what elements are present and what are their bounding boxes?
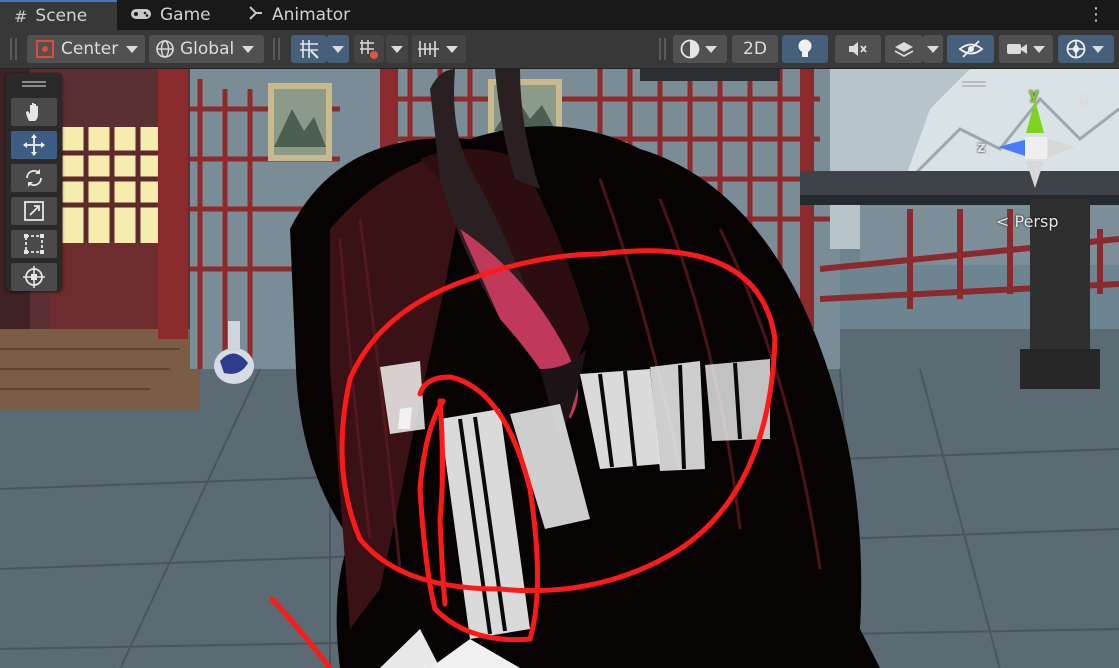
- hash-icon: #: [14, 6, 28, 26]
- space-mode-dropdown[interactable]: Global: [149, 35, 264, 63]
- camera-settings-dropdown[interactable]: [999, 35, 1053, 63]
- pivot-mode-dropdown[interactable]: Center: [27, 35, 145, 63]
- unity-scene-window: # Scene Game Animator ⋮ Center Global 2D…: [0, 0, 1119, 668]
- gamepad-icon: [130, 6, 152, 25]
- mode-2d-toggle[interactable]: 2D: [732, 35, 778, 63]
- chevron-down-icon: [242, 45, 255, 53]
- lightbulb-icon: [796, 38, 814, 60]
- draw-mode-dropdown[interactable]: [673, 35, 727, 63]
- toolbar-grip: [659, 38, 661, 60]
- more-options-icon[interactable]: ⋮: [1087, 4, 1105, 25]
- tab-game-label: Game: [160, 5, 211, 25]
- toolbar-grip: [278, 38, 280, 60]
- scale-tool-button[interactable]: [11, 197, 57, 225]
- transform-tool-button[interactable]: [11, 263, 57, 291]
- grid-snap-dropdown[interactable]: [327, 35, 349, 63]
- tab-animator[interactable]: Animator: [248, 0, 368, 30]
- grid-snap-toggle[interactable]: [291, 35, 327, 63]
- rotate-tool-button[interactable]: [11, 164, 57, 192]
- gizmo-globe-icon: [1065, 38, 1087, 60]
- rect-transform-icon: [22, 232, 46, 256]
- chevron-down-icon: [927, 45, 939, 53]
- scene-viewport[interactable]: y z: [0, 69, 1119, 668]
- scale-icon: [22, 199, 46, 223]
- speaker-muted-icon: [847, 39, 869, 59]
- palette-drag-handle[interactable]: [22, 81, 46, 83]
- toolbar-grip: [10, 38, 12, 60]
- eye-hidden-icon: [958, 39, 984, 59]
- effects-toggle[interactable]: [885, 35, 923, 63]
- increment-snap-dropdown[interactable]: [386, 35, 408, 63]
- chevron-down-icon: [446, 45, 458, 53]
- move-arrows-icon: [22, 133, 46, 157]
- move-tool-button[interactable]: [11, 131, 57, 159]
- space-mode-label: Global: [180, 39, 235, 59]
- audio-toggle[interactable]: [835, 35, 881, 63]
- grid-visibility-icon: [417, 39, 441, 59]
- axis-y-label: y: [1029, 85, 1039, 103]
- scene-visibility-toggle[interactable]: [947, 35, 994, 63]
- effects-layers-icon: [893, 39, 915, 59]
- pivot-mode-label: Center: [61, 39, 119, 59]
- projection-toggle[interactable]: < Persp: [996, 212, 1058, 231]
- toolbar-grip: [15, 38, 17, 60]
- tab-scene-label: Scene: [35, 6, 88, 26]
- animator-icon: [248, 5, 264, 25]
- chevron-down-icon: [332, 45, 344, 53]
- hand-tool-button[interactable]: [11, 98, 57, 126]
- scene-render: [0, 69, 1119, 668]
- toolbar-grip: [664, 38, 666, 60]
- camera-icon: [1006, 41, 1028, 57]
- transform-icon: [22, 265, 46, 289]
- rotate-icon: [22, 166, 46, 190]
- chevron-down-icon: [391, 45, 403, 53]
- chevron-down-icon: [1033, 45, 1045, 53]
- tab-bar: # Scene Game Animator ⋮: [0, 0, 1119, 30]
- snap-magnet-icon: [358, 38, 380, 60]
- grid-snap-icon: [298, 38, 320, 60]
- increment-snap-toggle[interactable]: [354, 35, 384, 63]
- pivot-center-icon: [35, 39, 55, 59]
- axis-z-label: z: [977, 138, 986, 156]
- chevron-down-icon: [1092, 45, 1104, 53]
- gizmo-drag-handle[interactable]: [962, 81, 986, 83]
- chevron-down-icon: [126, 45, 139, 53]
- shading-sphere-icon: [679, 38, 701, 60]
- mode-2d-label: 2D: [743, 39, 767, 59]
- tab-game[interactable]: Game: [130, 0, 235, 30]
- scene-toolbar: Center Global 2D: [0, 30, 1119, 69]
- scene-lighting-toggle[interactable]: [782, 35, 828, 63]
- globe-icon: [155, 39, 175, 59]
- tab-animator-label: Animator: [272, 5, 351, 25]
- chevron-down-icon: [705, 45, 717, 53]
- grid-visibility-dropdown[interactable]: [412, 35, 466, 63]
- rect-tool-button[interactable]: [11, 230, 57, 258]
- hand-icon: [23, 101, 45, 123]
- toolbar-grip: [273, 38, 275, 60]
- effects-dropdown[interactable]: [923, 35, 943, 63]
- gizmos-dropdown[interactable]: [1058, 35, 1114, 63]
- tool-palette: [6, 73, 62, 291]
- tab-scene[interactable]: # Scene: [0, 0, 117, 30]
